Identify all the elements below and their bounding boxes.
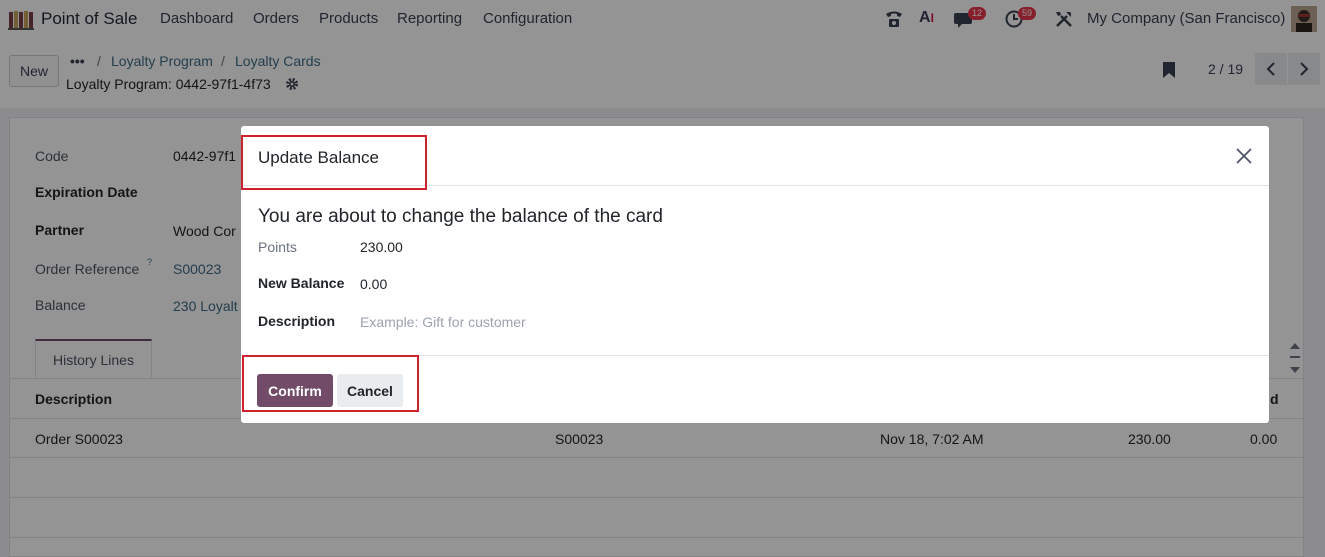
dialog-title: Update Balance [258, 148, 379, 167]
new-balance-label: New Balance [258, 275, 345, 291]
dialog-header: Update Balance [241, 126, 1269, 186]
cancel-button[interactable]: Cancel [337, 374, 403, 407]
dialog-footer-divider [241, 355, 1269, 356]
points-value: 230.00 [360, 239, 403, 255]
points-label: Points [258, 239, 297, 255]
dialog-heading: You are about to change the balance of t… [258, 206, 663, 227]
update-balance-dialog: Update Balance You are about to change t… [241, 126, 1269, 423]
close-icon[interactable] [1234, 146, 1254, 166]
description-input[interactable]: Example: Gift for customer [360, 314, 526, 330]
new-balance-input[interactable]: 0.00 [360, 276, 387, 292]
description-label: Description [258, 313, 336, 329]
confirm-button[interactable]: Confirm [257, 374, 333, 407]
